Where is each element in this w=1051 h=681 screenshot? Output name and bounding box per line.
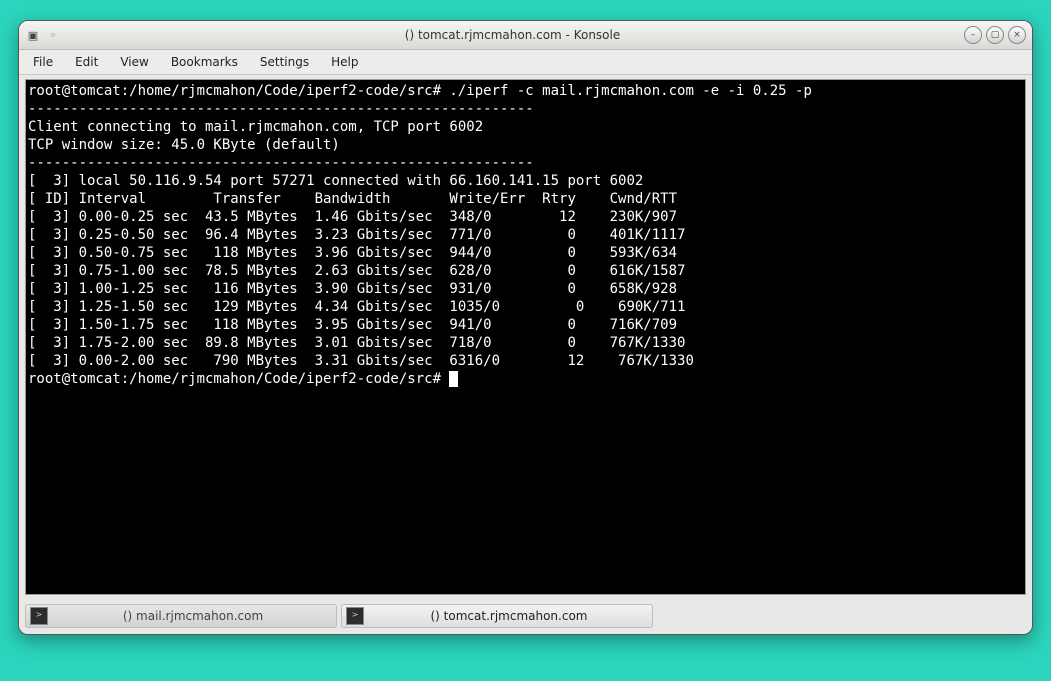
maximize-button[interactable]: ▢	[986, 26, 1004, 44]
cursor	[449, 371, 458, 387]
menu-settings[interactable]: Settings	[250, 52, 319, 72]
menu-edit[interactable]: Edit	[65, 52, 108, 72]
close-button[interactable]: ×	[1008, 26, 1026, 44]
menu-view[interactable]: View	[110, 52, 158, 72]
app-icon: ▣	[25, 27, 41, 43]
tab-bar: > () mail.rjmcmahon.com > () tomcat.rjmc…	[19, 601, 1032, 634]
terminal[interactable]: root@tomcat:/home/rjmcmahon/Code/iperf2-…	[25, 79, 1026, 595]
menubar: File Edit View Bookmarks Settings Help	[19, 50, 1032, 75]
terminal-icon: >	[30, 607, 48, 625]
window-title: () tomcat.rjmcmahon.com - Konsole	[67, 28, 958, 42]
tab-tomcat[interactable]: > () tomcat.rjmcmahon.com	[341, 604, 653, 628]
tab-mail[interactable]: > () mail.rjmcmahon.com	[25, 604, 337, 628]
tab-label: () tomcat.rjmcmahon.com	[372, 609, 646, 623]
titlebar[interactable]: ▣ ◦ () tomcat.rjmcmahon.com - Konsole – …	[19, 21, 1032, 50]
tab-label: () mail.rjmcmahon.com	[56, 609, 330, 623]
minimize-button[interactable]: –	[964, 26, 982, 44]
menu-bookmarks[interactable]: Bookmarks	[161, 52, 248, 72]
menu-help[interactable]: Help	[321, 52, 368, 72]
terminal-icon: >	[346, 607, 364, 625]
konsole-window: ▣ ◦ () tomcat.rjmcmahon.com - Konsole – …	[18, 20, 1033, 635]
pin-icon[interactable]: ◦	[45, 27, 61, 43]
menu-file[interactable]: File	[23, 52, 63, 72]
